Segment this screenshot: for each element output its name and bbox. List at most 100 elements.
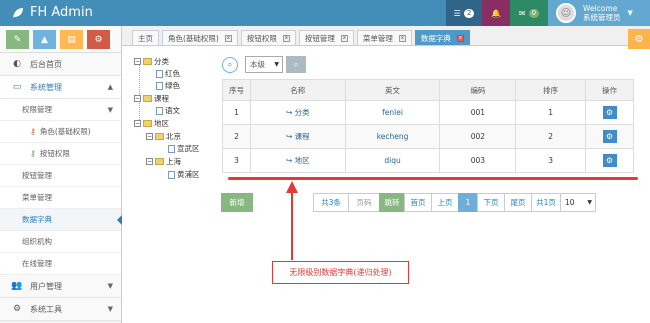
current-page[interactable]: 1 bbox=[458, 193, 478, 212]
tree-node-course[interactable]: − 课程 bbox=[134, 93, 169, 104]
sidebar-item-label: 用户管理 bbox=[30, 281, 62, 291]
minus-icon[interactable]: − bbox=[134, 95, 141, 102]
tab-button-mgmt[interactable]: 按钮管理 x bbox=[298, 30, 354, 45]
tree-node-green[interactable]: 绿色 bbox=[156, 80, 180, 91]
col-header: 序号 bbox=[222, 79, 251, 101]
sidebar-item-users[interactable]: 👥 用户管理 ▼ bbox=[0, 275, 121, 298]
tab-button-perms[interactable]: 按钮权限 x bbox=[240, 30, 296, 45]
pagination: 共3条 页码 跳转 首页 上页 1 下页 尾页 共1页 10 ▼ bbox=[313, 193, 596, 212]
caret-down-icon: ▼ bbox=[274, 61, 279, 68]
add-button[interactable]: 新增 bbox=[221, 193, 253, 212]
sidebar-item-home[interactable]: ◐ 后台首页 bbox=[0, 53, 121, 76]
close-icon[interactable]: x bbox=[282, 34, 290, 42]
tree-node-beijing[interactable]: − 北京 bbox=[146, 131, 181, 142]
chart-icon[interactable]: ▲ bbox=[33, 30, 56, 49]
cell-code: 002 bbox=[439, 124, 517, 149]
sidebar-item-permissions[interactable]: 权限管理 ▼ bbox=[0, 99, 121, 121]
pencil-icon[interactable]: ✎ bbox=[6, 30, 29, 49]
annotation-label: 无限级别数据字典(递归处理) bbox=[272, 261, 409, 284]
gear-icon: ⚙ bbox=[634, 33, 644, 45]
sidebar-item-menu-mgmt[interactable]: 菜单管理 bbox=[0, 187, 121, 209]
cell-name-link[interactable]: ↪ 分类 bbox=[249, 100, 346, 125]
gear-icon[interactable]: ⚙ bbox=[602, 154, 617, 167]
gear-icon[interactable]: ⚙ bbox=[602, 130, 617, 143]
close-icon[interactable]: x bbox=[456, 34, 464, 42]
level-select[interactable]: 本级 ▼ bbox=[245, 56, 283, 73]
tree-node-category[interactable]: − 分类 bbox=[134, 56, 169, 67]
last-page-button[interactable]: 尾页 bbox=[504, 193, 532, 212]
tree-node-region[interactable]: − 地区 bbox=[134, 118, 169, 129]
tree-node-shanghai[interactable]: − 上海 bbox=[146, 156, 181, 167]
minus-icon[interactable]: − bbox=[134, 58, 141, 65]
cell-name-link[interactable]: ↪ 课程 bbox=[249, 124, 346, 149]
page-size-select[interactable]: 10 ▼ bbox=[560, 193, 596, 212]
tab-label: 菜单管理 bbox=[362, 33, 393, 43]
tab-home[interactable]: 主页 bbox=[132, 30, 159, 45]
tree-node-chinese[interactable]: 语文 bbox=[156, 105, 180, 116]
tree-node-huangpu[interactable]: 黄浦区 bbox=[168, 169, 200, 180]
close-icon[interactable]: x bbox=[224, 34, 232, 42]
tree-node-label: 地区 bbox=[154, 119, 169, 128]
minus-icon[interactable]: − bbox=[134, 120, 141, 127]
key-icon: ⚷ bbox=[30, 127, 36, 136]
user-menu[interactable]: ☺ Welcome 系统管理员 ▼ bbox=[548, 0, 650, 26]
chevron-down-icon: ▼ bbox=[107, 105, 113, 114]
sidebar-item-label: 菜单管理 bbox=[22, 193, 52, 202]
sidebar-item-label: 按钮权限 bbox=[39, 149, 70, 158]
cogs-icon[interactable]: ⚙ bbox=[87, 30, 110, 49]
messages-button[interactable]: ✉ 0 bbox=[510, 0, 548, 26]
jump-button[interactable]: 跳转 bbox=[379, 193, 405, 212]
sidebar-item-button-perms[interactable]: ⚷ 按钮权限 bbox=[0, 143, 121, 165]
close-icon[interactable]: x bbox=[398, 34, 406, 42]
book-icon[interactable]: ▤ bbox=[60, 30, 83, 49]
sidebar-item-button-mgmt[interactable]: 按钮管理 bbox=[0, 165, 121, 187]
page-number-input[interactable]: 页码 bbox=[348, 193, 380, 212]
cell-name-link[interactable]: ↪ 地区 bbox=[249, 148, 346, 173]
close-icon[interactable]: x bbox=[340, 34, 348, 42]
tree-node-red[interactable]: 红色 bbox=[156, 68, 180, 79]
sidebar-item-label: 组织机构 bbox=[22, 237, 52, 246]
sidebar-item-tools[interactable]: ⚙ 系统工具 ▼ bbox=[0, 298, 121, 321]
shortcuts: ✎ ▲ ▤ ⚙ bbox=[0, 26, 121, 53]
envelope-icon: ✉ bbox=[518, 8, 526, 18]
first-page-button[interactable]: 首页 bbox=[404, 193, 432, 212]
cell-no: 3 bbox=[222, 148, 251, 173]
settings-button[interactable]: ⚙ bbox=[628, 29, 650, 49]
minus-icon[interactable]: − bbox=[146, 158, 153, 165]
tree-node-xuanwu[interactable]: 宣武区 bbox=[168, 143, 200, 154]
cell-order: 2 bbox=[515, 124, 587, 149]
search-button[interactable]: ⌕ bbox=[286, 56, 306, 73]
sidebar-item-roles[interactable]: ⚷ 角色(基础权限) bbox=[0, 121, 121, 143]
annotation-underline bbox=[228, 177, 638, 180]
tab-dictionary[interactable]: 数据字典 x bbox=[414, 30, 470, 45]
sidebar-item-online[interactable]: 在线管理 bbox=[0, 253, 121, 275]
minus-icon[interactable]: − bbox=[146, 133, 153, 140]
file-icon bbox=[156, 81, 163, 90]
tree-node-label: 红色 bbox=[165, 69, 180, 78]
file-icon bbox=[168, 144, 175, 153]
tasks-button[interactable]: ☰ 2 bbox=[446, 0, 482, 26]
notifications-button[interactable]: 🔔 bbox=[482, 0, 510, 26]
folder-icon bbox=[143, 120, 152, 127]
cell-code: 001 bbox=[439, 100, 517, 125]
tab-roles[interactable]: 角色(基础权限) x bbox=[162, 30, 238, 45]
prev-page-button[interactable]: 上页 bbox=[431, 193, 459, 212]
next-page-button[interactable]: 下页 bbox=[477, 193, 505, 212]
sidebar-item-org[interactable]: 组织机构 bbox=[0, 231, 121, 253]
cell-name: 地区 bbox=[294, 156, 310, 165]
level-select-value: 本级 bbox=[250, 60, 265, 69]
col-header: 操作 bbox=[585, 79, 634, 101]
brand[interactable]: FH Admin bbox=[12, 5, 93, 20]
chevron-down-icon: ▼ bbox=[107, 282, 113, 290]
tab-menu-mgmt[interactable]: 菜单管理 x bbox=[356, 30, 412, 45]
share-icon: ↪ bbox=[285, 156, 295, 165]
bell-icon: 🔔 bbox=[491, 8, 501, 18]
tree-node-label: 上海 bbox=[166, 157, 181, 166]
sidebar-item-system[interactable]: ▭ 系统管理 ▲ bbox=[0, 76, 121, 99]
search-icon[interactable]: ⌕ bbox=[222, 57, 238, 73]
cell-en: kecheng bbox=[344, 124, 441, 149]
tree-node-label: 课程 bbox=[154, 94, 169, 103]
file-icon bbox=[156, 106, 163, 115]
sidebar-item-dictionary[interactable]: 数据字典 bbox=[0, 209, 122, 231]
gear-icon[interactable]: ⚙ bbox=[602, 106, 617, 119]
